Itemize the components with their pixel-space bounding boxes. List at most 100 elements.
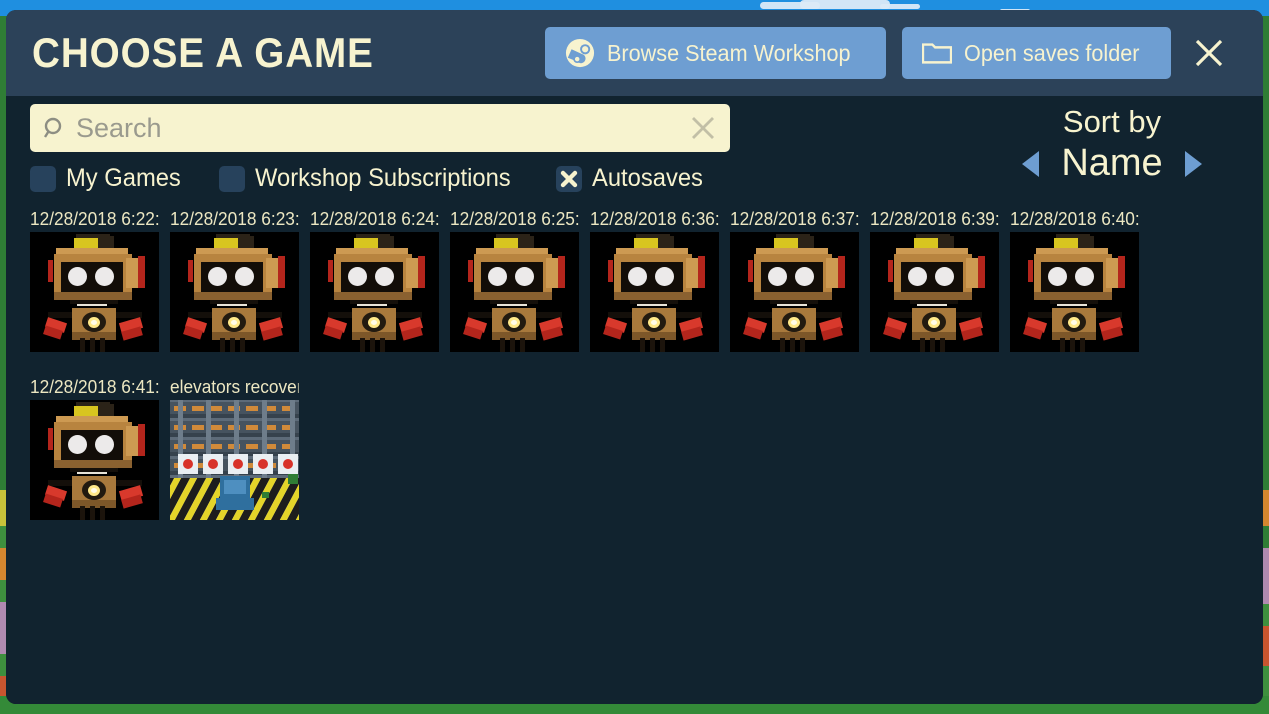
filter-autosaves[interactable]: Autosaves [555,164,709,193]
save-game-label: 12/28/2018 6:25:… [450,209,579,229]
thumb-part [100,338,105,352]
save-game-card[interactable]: 12/28/2018 6:39:… [870,206,1010,352]
thumb-part [1078,236,1094,248]
thumb-part [838,256,845,288]
thumb-part [214,238,240,248]
thumb-part [210,300,258,304]
close-icon [1194,38,1224,68]
thumb-part [70,300,118,304]
filter-my-games[interactable]: My Games [30,164,187,193]
search-bar[interactable] [30,104,730,152]
thumb-part [278,256,285,288]
thumb-part [80,338,85,352]
save-game-card[interactable]: 12/28/2018 6:25:… [450,206,590,352]
thumb-part [138,424,145,456]
thumb-part [80,506,85,520]
browse-steam-workshop-button[interactable]: Browse Steam Workshop [545,27,887,79]
thumb-part [608,260,613,282]
thumb-part [920,338,925,352]
save-game-label: 12/28/2018 6:41:… [30,377,159,397]
thumb-part [1060,338,1065,352]
thumb-part [240,338,245,352]
thumb-part [614,292,692,300]
thumb-part [233,459,243,469]
thumb-part [608,312,632,318]
thumb-part [328,312,352,318]
thumb-part [500,338,505,352]
clear-icon[interactable] [688,113,718,143]
checkbox-my-games[interactable] [30,165,56,192]
save-game-thumbnail[interactable] [450,232,579,352]
cloud [800,0,890,9]
save-game-thumbnail[interactable] [170,400,299,520]
thumb-part [770,300,818,304]
save-game-card[interactable]: elevators recover (1… [170,374,310,520]
save-game-grid: 12/28/2018 6:22:… 12/28/2018 6:23:… 12/28/… [30,206,1239,704]
save-game-thumbnail[interactable] [730,232,859,352]
thumb-part [371,320,377,325]
save-game-card[interactable]: 12/28/2018 6:37:… [730,206,870,352]
thumb-part [748,260,753,282]
thumb-part [1048,267,1067,286]
save-game-thumbnail[interactable] [870,232,999,352]
thumb-part [98,404,114,416]
save-game-card[interactable]: 12/28/2018 6:24:… [310,206,450,352]
thumb-part [95,435,114,454]
open-saves-folder-button[interactable]: Open saves folder [902,27,1171,79]
thumb-part [938,236,954,248]
thumb-part [940,338,945,352]
filter-workshop-subscriptions[interactable]: Workshop Subscriptions [218,164,524,193]
thumb-part [894,292,972,300]
thumb-part [138,256,145,288]
filter-autosaves-label: Autosaves [591,164,703,192]
close-button[interactable] [1187,31,1231,75]
thumb-part [490,300,538,304]
thumb-part [935,267,954,286]
page-title: CHOOSE A GAME [32,29,374,76]
triangle-left-icon[interactable] [1022,150,1039,177]
triangle-right-icon[interactable] [1185,150,1202,177]
thumb-part [90,338,95,352]
thumb-part [354,238,380,248]
save-game-label: 12/28/2018 6:24:… [310,209,439,229]
steam-icon [565,38,595,68]
thumb-part [224,480,246,494]
save-game-thumbnail[interactable] [1010,232,1139,352]
search-input[interactable] [68,112,688,144]
save-game-thumbnail[interactable] [310,232,439,352]
save-game-label: 12/28/2018 6:23:… [170,209,299,229]
thumb-part [288,474,298,484]
thumb-part [380,338,385,352]
checkbox-autosaves[interactable] [555,165,582,192]
sort-value: Name [1061,142,1163,184]
save-game-thumbnail[interactable] [170,232,299,352]
save-game-thumbnail[interactable] [30,232,159,352]
folder-icon [922,40,953,66]
save-game-thumbnail[interactable] [30,400,159,520]
thumb-part [1050,300,1098,304]
thumb-part [210,444,222,449]
save-game-card[interactable]: 12/28/2018 6:40:… [1010,206,1150,352]
save-game-card[interactable]: 12/28/2018 6:36:… [590,206,730,352]
thumb-part [68,435,87,454]
save-game-label: 12/28/2018 6:37:… [730,209,859,229]
checkbox-workshop-subscriptions[interactable] [218,165,245,192]
thumb-part [350,300,398,304]
thumb-part [515,267,534,286]
thumb-part [914,238,940,248]
thumb-part [235,267,254,286]
thumb-part [1118,256,1125,288]
thumb-part [791,320,797,325]
filter-checkbox-row: My Games Workshop Subscriptions Autosave… [30,164,741,193]
thumb-part [630,300,678,304]
thumb-part [774,238,800,248]
browse-steam-workshop-label: Browse Steam Workshop [607,39,851,66]
save-game-card[interactable]: 12/28/2018 6:22:… [30,206,170,352]
save-game-card[interactable]: 12/28/2018 6:23:… [170,206,310,352]
thumb-part [283,459,293,469]
save-game-card[interactable]: 12/28/2018 6:41:… [30,374,170,520]
save-game-thumbnail[interactable] [590,232,719,352]
thumb-part [210,425,222,430]
controls-row: My Games Workshop Subscriptions [30,96,1239,206]
thumb-part [910,300,958,304]
